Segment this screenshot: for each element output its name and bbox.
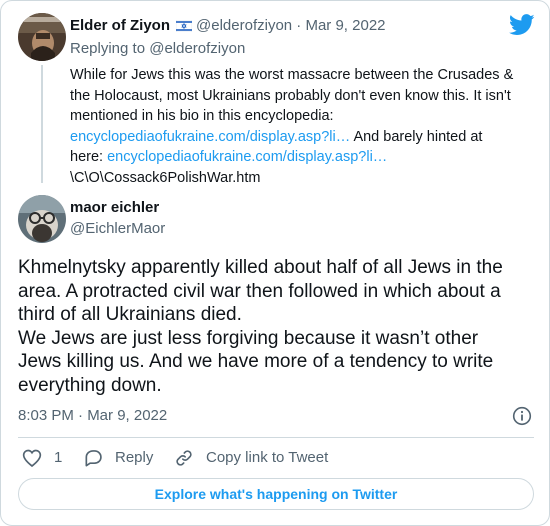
thread-line xyxy=(41,65,43,183)
copy-link-label: Copy link to Tweet xyxy=(206,449,329,466)
heart-icon xyxy=(22,449,42,468)
twitter-bird-icon[interactable] xyxy=(509,14,535,36)
avatar-image xyxy=(18,13,66,61)
tweet-timestamp[interactable]: 8:03 PM · Mar 9, 2022 xyxy=(18,406,167,426)
tweet-text-line: area. A protracted civil war then follow… xyxy=(18,280,501,302)
tweet-text-line: encyclopediaofukraine.com/display.asp?li… xyxy=(70,127,536,148)
parent-tweet-text: While for Jews this was the worst massac… xyxy=(70,65,536,188)
link-icon xyxy=(176,450,192,466)
display-name[interactable]: Elder of Ziyon xyxy=(70,17,170,34)
israel-flag-icon xyxy=(176,20,193,32)
like-button[interactable]: 1 xyxy=(22,448,62,468)
like-count: 1 xyxy=(54,449,63,466)
tweet-text-line: mentioned in his bio in this encyclopedi… xyxy=(70,108,334,124)
tweet-text-line: third of all Ukrainians died. xyxy=(18,304,242,325)
tweet-text-line: everything down. xyxy=(18,374,162,396)
tweet-text-line: Jews killing us. And we have more of a t… xyxy=(18,351,494,372)
tweet-text-line: \C\O\Cossack6PolishWar.htm xyxy=(70,169,261,186)
divider xyxy=(18,437,534,438)
separator: · xyxy=(296,17,302,34)
parent-tweet-header: Elder of Ziyon @elderofziyon · Mar 9, 202… xyxy=(70,17,386,35)
reply-label: Reply xyxy=(115,449,154,466)
display-name[interactable]: maor eichler xyxy=(70,198,159,218)
explore-button[interactable]: Explore what's happening on Twitter xyxy=(18,478,534,510)
tweet-text-fragment: here: xyxy=(70,149,108,165)
tweet-date[interactable]: Mar 9, 2022 xyxy=(305,17,385,34)
tweet-text-line: While for Jews this was the worst massac… xyxy=(70,67,514,83)
replying-to-label[interactable]: Replying to @elderofziyon xyxy=(70,39,245,59)
avatar-image xyxy=(18,195,66,243)
avatar[interactable] xyxy=(18,13,66,61)
tweet-text-fragment: And barely hinted at xyxy=(350,128,483,145)
avatar[interactable] xyxy=(18,195,66,243)
tweet-text-line: the Holocaust, most Ukrainians probably … xyxy=(70,87,511,104)
handle[interactable]: @EichlerMaor xyxy=(70,219,165,239)
encyclopedia-link[interactable]: encyclopediaofukraine.com/display.asp?li… xyxy=(70,129,350,145)
embedded-tweet-card: Elder of Ziyon @elderofziyon · Mar 9, 202… xyxy=(0,0,550,526)
main-tweet-text: Khmelnytsky apparently killed about half… xyxy=(18,256,538,397)
reply-button[interactable]: Reply xyxy=(83,448,153,468)
copy-link-button[interactable]: Copy link to Tweet xyxy=(174,448,328,468)
handle[interactable]: @elderofziyon xyxy=(196,17,292,34)
reply-icon xyxy=(85,450,102,467)
tweet-text-line: We Jews are just less forgiving because … xyxy=(18,327,479,349)
tweet-text-line: here: encyclopediaofukraine.com/display.… xyxy=(70,147,536,168)
encyclopedia-link[interactable]: encyclopediaofukraine.com/display.asp?li… xyxy=(107,149,387,165)
info-icon[interactable] xyxy=(512,406,532,426)
tweet-text-line: Khmelnytsky apparently killed about half… xyxy=(18,257,503,278)
